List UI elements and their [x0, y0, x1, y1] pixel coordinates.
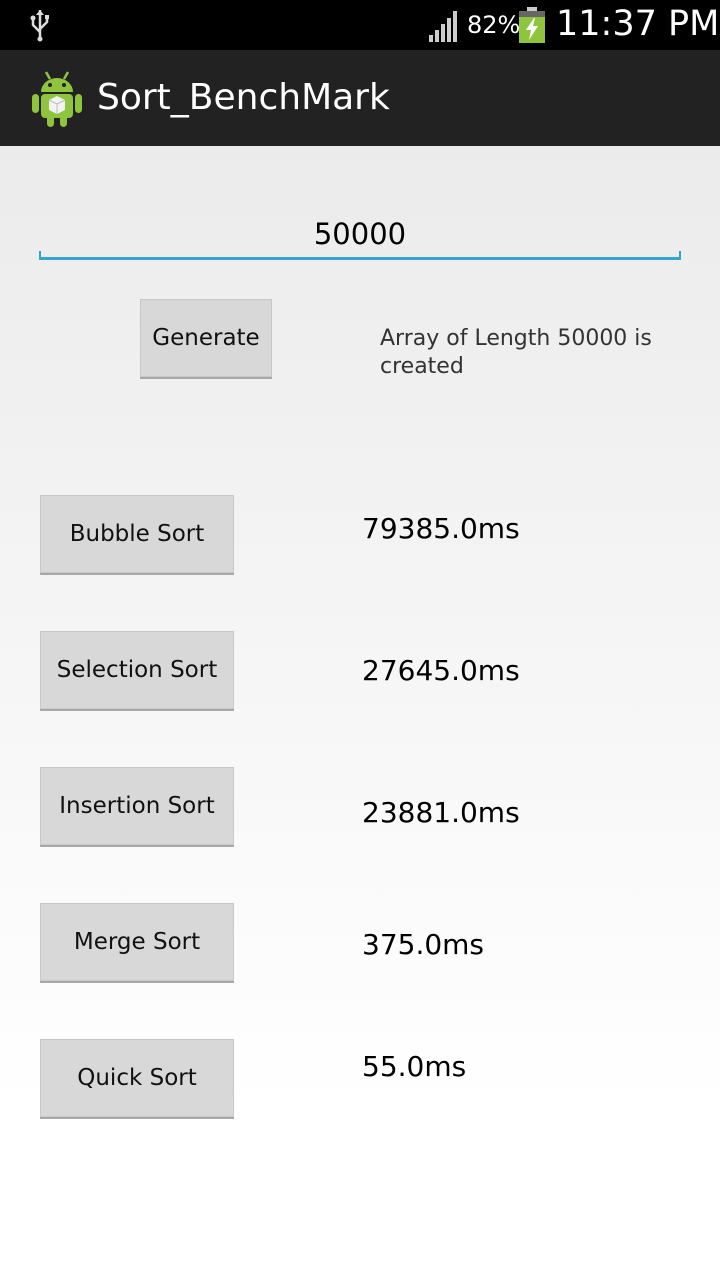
action-bar: Sort_BenchMark: [0, 50, 720, 146]
signal-icon: [429, 11, 457, 42]
android-app-icon: [32, 71, 82, 127]
clock: 11:37 PM: [556, 4, 720, 44]
merge-sort-button[interactable]: Merge Sort: [40, 903, 234, 981]
insertion-sort-button[interactable]: Insertion Sort: [40, 767, 234, 845]
quick-sort-time: 55.0ms: [362, 1050, 467, 1083]
selection-sort-time: 27645.0ms: [362, 654, 520, 687]
battery-percent: 82%: [467, 11, 521, 39]
selection-sort-button[interactable]: Selection Sort: [40, 631, 234, 709]
merge-sort-time: 375.0ms: [362, 928, 485, 961]
array-length-input[interactable]: 50000: [40, 208, 680, 260]
usb-icon: [30, 10, 49, 42]
battery-charging-icon: [519, 7, 545, 43]
bubble-sort-button[interactable]: Bubble Sort: [40, 495, 234, 573]
status-bar: 82% 11:37 PM: [0, 0, 720, 50]
quick-sort-button[interactable]: Quick Sort: [40, 1039, 234, 1117]
generate-button[interactable]: Generate: [140, 299, 272, 377]
app-title: Sort_BenchMark: [97, 77, 390, 118]
insertion-sort-time: 23881.0ms: [362, 796, 520, 829]
bubble-sort-time: 79385.0ms: [362, 512, 520, 545]
generate-status-text: Array of Length 50000 is created: [380, 326, 652, 379]
main-content: 50000 Generate Array of Length 50000 is …: [0, 146, 720, 1280]
